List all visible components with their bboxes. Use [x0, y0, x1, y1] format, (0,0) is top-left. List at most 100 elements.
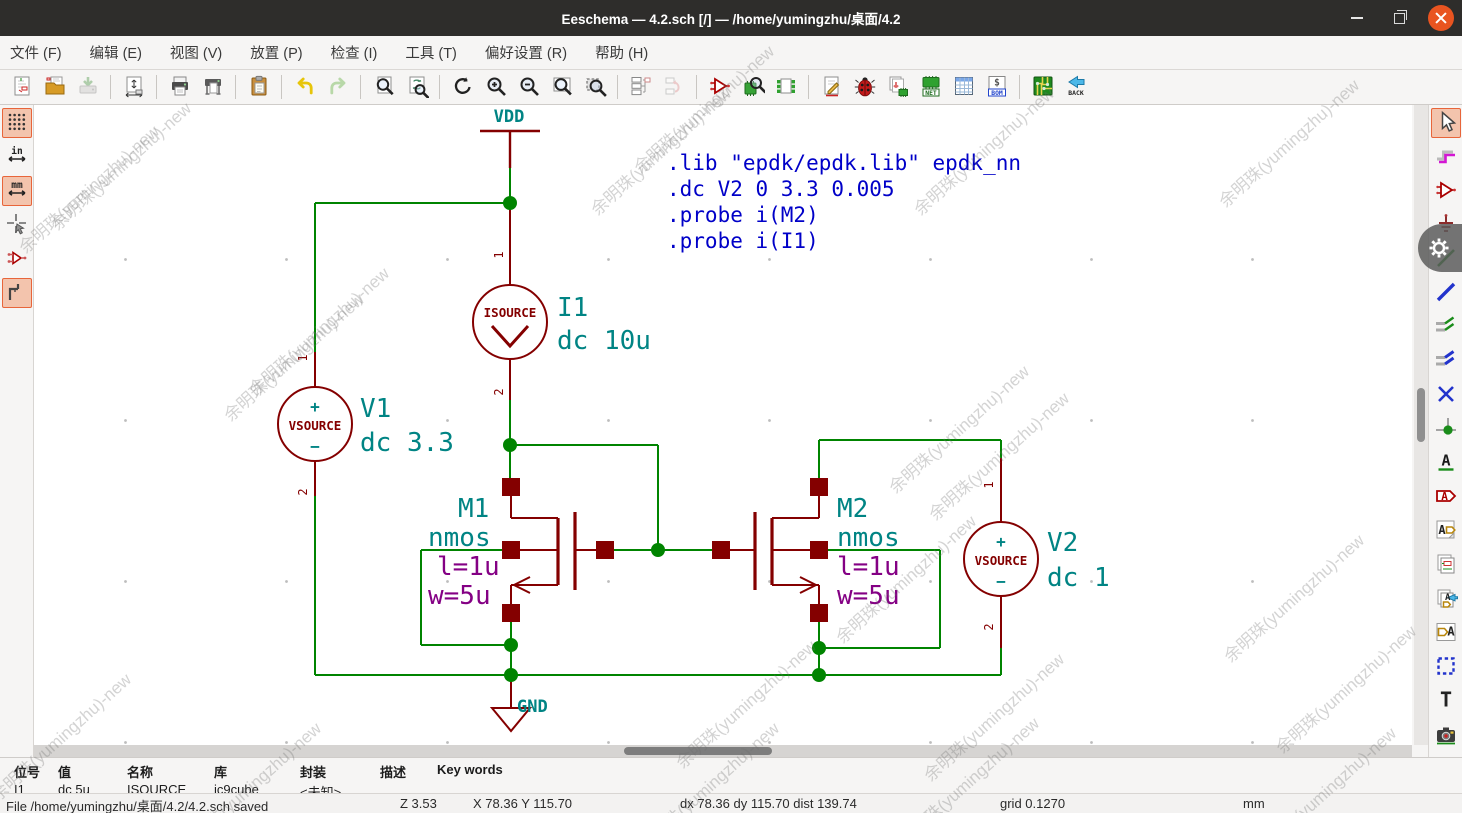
v2-value[interactable]: dc 1	[1047, 563, 1110, 593]
graphic-line-button[interactable]	[1431, 652, 1461, 682]
symbol-browser-button[interactable]	[738, 72, 768, 102]
m1-ref[interactable]: M1	[458, 494, 489, 524]
place-image-button[interactable]	[1431, 720, 1461, 750]
wire-bus-entry-button[interactable]	[1431, 312, 1461, 342]
redraw-button[interactable]	[448, 72, 478, 102]
toolbar-separator	[808, 75, 809, 99]
spice-directives[interactable]: .lib "epdk/epdk.lib" epdk_nn .dc V2 0 3.…	[667, 151, 1021, 253]
m2-name[interactable]: nmos	[837, 523, 900, 553]
place-junction-button[interactable]	[1431, 414, 1461, 444]
hv-wires-button[interactable]	[2, 278, 32, 308]
save-schematic-button[interactable]	[73, 72, 103, 102]
m1-l[interactable]: l=1u	[437, 552, 500, 582]
m2-l[interactable]: l=1u	[837, 552, 900, 582]
vertical-scrollbar[interactable]	[1414, 105, 1428, 745]
footprint-editor-button[interactable]	[771, 72, 801, 102]
component-i1[interactable]: ISOURCE 1 2 I1 dc 10u	[473, 203, 651, 400]
toolbar-separator	[617, 75, 618, 99]
hidden-pins-button[interactable]	[2, 244, 32, 274]
back-annotate-button[interactable]: BACK	[1061, 72, 1091, 102]
select-tool-button[interactable]	[1431, 108, 1461, 138]
v2-minus: −	[996, 572, 1006, 591]
i1-value[interactable]: dc 10u	[557, 326, 651, 356]
menu-preferences[interactable]: 偏好设置 (R)	[485, 42, 567, 63]
plot-button[interactable]	[198, 72, 228, 102]
menu-view[interactable]: 视图 (V)	[170, 42, 222, 63]
menu-place[interactable]: 放置 (P)	[250, 42, 302, 63]
zoom-out-button[interactable]	[514, 72, 544, 102]
print-button[interactable]	[165, 72, 195, 102]
place-symbol-button[interactable]	[1431, 176, 1461, 206]
i1-ref[interactable]: I1	[557, 293, 588, 323]
minimize-button[interactable]	[1344, 5, 1370, 31]
pcbnew-button[interactable]	[1028, 72, 1058, 102]
zoom-in-button[interactable]	[481, 72, 511, 102]
m2-ref[interactable]: M2	[837, 494, 868, 524]
hierarchy-navigator-button[interactable]	[626, 72, 656, 102]
net-label-button[interactable]: A	[1431, 448, 1461, 478]
component-v1[interactable]: + VSOURCE − 1 2 V1 dc 3.3	[278, 352, 454, 496]
field-label: Key words	[437, 762, 503, 777]
annotate-button[interactable]	[817, 72, 847, 102]
import-sheet-pin-button[interactable]: A	[1431, 584, 1461, 614]
restore-button[interactable]	[1386, 5, 1412, 31]
place-bus-button[interactable]	[1431, 278, 1461, 308]
schematic-drawing: VDD GND ISOURCE 1 2 I1 dc 10u	[34, 105, 1412, 745]
svg-text:T: T	[1439, 688, 1451, 712]
menu-inspect[interactable]: 检查 (I)	[331, 42, 378, 63]
screen-overlay-gear[interactable]	[1418, 224, 1462, 272]
units-mm-button[interactable]: mm	[2, 176, 32, 206]
open-schematic-button[interactable]	[40, 72, 70, 102]
leave-sheet-button[interactable]	[659, 72, 689, 102]
netlist-button[interactable]: NET	[916, 72, 946, 102]
graphic-text-button[interactable]: T	[1431, 686, 1461, 716]
power-gnd[interactable]: GND	[492, 675, 548, 731]
gnd-label[interactable]: GND	[517, 697, 548, 717]
v1-ref[interactable]: V1	[360, 394, 391, 424]
menu-file[interactable]: 文件 (F)	[10, 42, 62, 63]
bom-button[interactable]: $BOM	[982, 72, 1012, 102]
global-label-button[interactable]: A	[1431, 482, 1461, 512]
m1-name[interactable]: nmos	[428, 523, 491, 553]
symbol-editor-button[interactable]	[705, 72, 735, 102]
bus-bus-entry-button[interactable]	[1431, 346, 1461, 376]
component-v2[interactable]: + VSOURCE − 1 2 V2 dc 1	[964, 458, 1110, 648]
hier-sheet-button[interactable]	[1431, 550, 1461, 580]
units-inch-button[interactable]: in	[2, 142, 32, 172]
horizontal-scrollbar-thumb[interactable]	[624, 747, 772, 755]
menu-help[interactable]: 帮助 (H)	[595, 42, 648, 63]
new-schematic-button[interactable]	[7, 72, 37, 102]
paste-button[interactable]	[244, 72, 274, 102]
vdd-label[interactable]: VDD	[494, 107, 525, 127]
sheet-pin-button[interactable]: A	[1431, 618, 1461, 648]
close-button[interactable]	[1428, 5, 1454, 31]
m1-w[interactable]: w=5u	[428, 581, 491, 611]
schematic-canvas[interactable]: VDD GND ISOURCE 1 2 I1 dc 10u	[34, 105, 1412, 745]
component-m1[interactable]: M1 nmos l=1u w=5u	[428, 478, 614, 622]
find-button[interactable]	[369, 72, 399, 102]
menu-tools[interactable]: 工具 (T)	[405, 42, 457, 63]
horizontal-scrollbar[interactable]	[34, 745, 1412, 757]
no-connect-button[interactable]	[1431, 380, 1461, 410]
v1-value[interactable]: dc 3.3	[360, 428, 454, 458]
component-m2[interactable]: M2 nmos l=1u w=5u	[712, 478, 900, 622]
vertical-scrollbar-thumb[interactable]	[1417, 388, 1425, 442]
zoom-fit-button[interactable]	[547, 72, 577, 102]
v2-ref[interactable]: V2	[1047, 528, 1078, 558]
grid-visibility-button[interactable]	[2, 108, 32, 138]
power-vdd[interactable]: VDD	[480, 107, 540, 168]
erc-button[interactable]	[850, 72, 880, 102]
menu-edit[interactable]: 编辑 (E)	[90, 42, 142, 63]
highlight-net-button[interactable]	[1431, 142, 1461, 172]
m2-w[interactable]: w=5u	[837, 581, 900, 611]
hier-label-button[interactable]: A	[1431, 516, 1461, 546]
svg-text:BOM: BOM	[991, 88, 1003, 96]
assign-footprints-button[interactable]	[883, 72, 913, 102]
undo-button[interactable]	[290, 72, 320, 102]
redo-button[interactable]	[323, 72, 353, 102]
symbol-fields-table-button[interactable]	[949, 72, 979, 102]
page-settings-button[interactable]	[119, 72, 149, 102]
find-replace-button[interactable]	[402, 72, 432, 102]
cursor-shape-button[interactable]	[2, 210, 32, 240]
zoom-selection-button[interactable]	[580, 72, 610, 102]
